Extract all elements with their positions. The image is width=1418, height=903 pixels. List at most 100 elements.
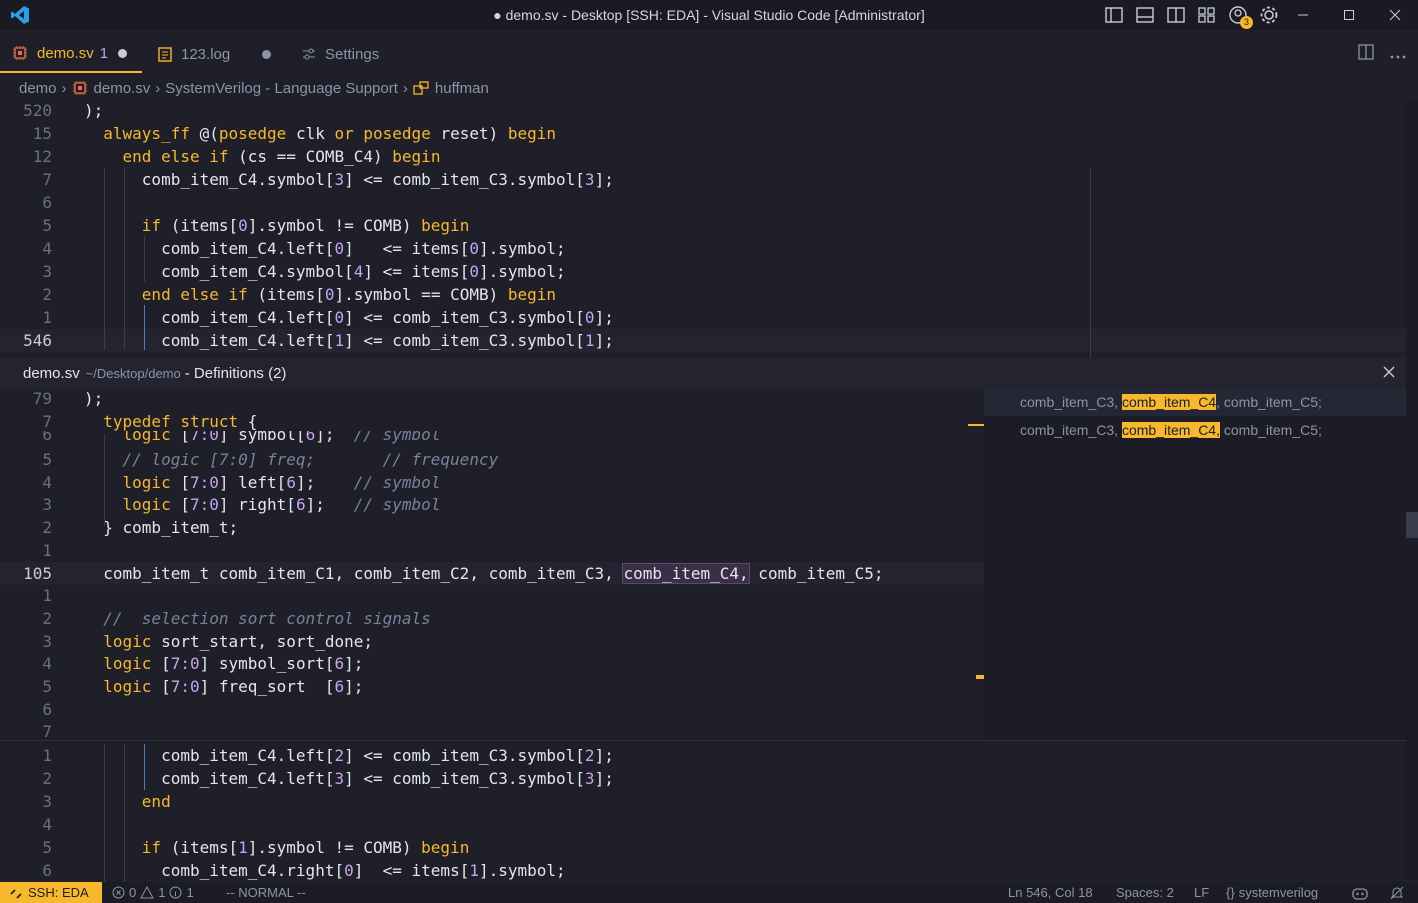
vertical-scrollbar[interactable] xyxy=(1406,99,1418,879)
info-count: 1 xyxy=(186,885,194,900)
notifications-bell-icon[interactable] xyxy=(1390,882,1404,903)
more-actions-icon[interactable] xyxy=(1390,46,1406,64)
toggle-primary-sidebar-icon[interactable] xyxy=(1104,6,1123,25)
code-text: comb_item_C4.right[0] <= items[1].symbol… xyxy=(84,859,566,882)
breadcrumb: demo › demo.sv › SystemVerilog - Languag… xyxy=(19,77,489,99)
number-token: 0 xyxy=(469,262,479,281)
code-text: end else if (cs == COMB_C4) begin xyxy=(84,145,441,168)
indent-guide xyxy=(124,168,125,350)
code-line[interactable]: 5 if (items[0].symbol != COMB) begin xyxy=(0,214,1406,237)
code-token: ]; xyxy=(594,769,614,788)
code-line[interactable]: 15 always_ff @(posedge clk or posedge re… xyxy=(0,122,1406,145)
title-bar: ● demo.sv - Desktop [SSH: EDA] - Visual … xyxy=(0,0,1418,30)
code-line[interactable]: 546 comb_item_C4.left[1] <= comb_item_C3… xyxy=(0,329,1406,352)
code-line[interactable]: 1 comb_item_C4.left[2] <= comb_item_C3.s… xyxy=(0,744,1406,767)
problems-indicator[interactable]: 0 1 1 xyxy=(112,882,194,903)
split-editor-icon[interactable] xyxy=(1358,44,1374,65)
code-line[interactable]: 12 end else if (cs == COMB_C4) begin xyxy=(0,145,1406,168)
manage-gear-icon[interactable] xyxy=(1259,6,1278,25)
code-line[interactable]: 1 comb_item_C4.left[0] <= comb_item_C3.s… xyxy=(0,306,1406,329)
code-token: ]; xyxy=(344,677,364,696)
accounts-icon[interactable]: 3 xyxy=(1228,6,1253,29)
number-token: 7:0 xyxy=(170,677,200,696)
keyword-token: logic xyxy=(122,495,171,515)
code-token: ].symbol == COMB) xyxy=(334,285,508,304)
customize-layout-icon[interactable] xyxy=(1197,6,1216,25)
tab-123-log[interactable]: 123.log xyxy=(150,35,288,73)
line-number: 1 xyxy=(42,746,52,765)
unsaved-dot-icon[interactable] xyxy=(262,49,272,59)
line-number: 15 xyxy=(32,124,52,143)
code-line[interactable]: 3 end xyxy=(0,790,1406,813)
maximize-button[interactable] xyxy=(1326,0,1372,30)
code-line[interactable]: 520); xyxy=(0,99,1406,122)
code-line[interactable]: 4 comb_item_C4.left[0] <= items[0].symbo… xyxy=(0,237,1406,260)
indent-guide xyxy=(144,236,145,282)
toggle-panel-icon[interactable] xyxy=(1135,6,1154,25)
code-line[interactable]: 6 comb_item_C4.right[0] <= items[1].symb… xyxy=(0,859,1406,882)
line-number: 12 xyxy=(32,147,52,166)
code-token: comb_item_C4.left[ xyxy=(84,769,335,788)
keyword-token: begin xyxy=(507,285,557,304)
code-token: comb_item_C4.symbol[ xyxy=(84,170,335,189)
breadcrumb-language[interactable]: SystemVerilog - Language Support xyxy=(165,80,398,97)
end-of-line[interactable]: LF xyxy=(1194,882,1209,903)
code-text: logic [7:0] freq_sort [6]; xyxy=(84,675,363,698)
highlighted-reference: comb_item_C4, xyxy=(622,562,750,584)
toggle-secondary-sidebar-icon[interactable] xyxy=(1166,6,1185,25)
remote-indicator[interactable]: SSH: EDA xyxy=(0,882,102,903)
code-token: ] <= comb_item_C3.symbol[ xyxy=(344,331,585,350)
code-line[interactable]: 7 comb_item_C4.symbol[3] <= comb_item_C3… xyxy=(0,168,1406,191)
unsaved-dot-icon[interactable] xyxy=(118,48,128,58)
cursor-position[interactable]: Ln 546, Col 18 xyxy=(1008,882,1093,903)
code-line[interactable]: 2 end else if (items[0].symbol == COMB) … xyxy=(0,283,1406,306)
result-match: comb_item_C4 xyxy=(1121,394,1217,410)
code-token: ]; xyxy=(295,472,354,492)
tab-settings[interactable]: Settings xyxy=(298,35,398,73)
code-text: comb_item_t comb_item_C1, comb_item_C2, … xyxy=(84,562,884,585)
code-token: { xyxy=(238,412,258,431)
line-number: 1 xyxy=(42,586,52,606)
vscode-logo-icon[interactable] xyxy=(0,0,40,30)
line-number: 2 xyxy=(42,518,52,538)
code-text: comb_item_C4.left[1] <= comb_item_C3.sym… xyxy=(84,329,614,352)
keyword-token: if xyxy=(228,285,248,304)
peek-file-name[interactable]: demo.sv xyxy=(23,365,80,382)
tab-demo-sv[interactable]: demo.sv 1 xyxy=(0,35,142,73)
code-text: if (items[0].symbol != COMB) begin xyxy=(84,214,470,237)
close-window-button[interactable] xyxy=(1372,0,1418,30)
code-token: ] <= items[ xyxy=(344,239,470,258)
breadcrumb-file[interactable]: demo.sv xyxy=(72,80,150,97)
number-token: 0 xyxy=(344,861,354,880)
code-line[interactable]: 5 if (items[1].symbol != COMB) begin xyxy=(0,836,1406,859)
breadcrumb-symbol[interactable]: huffman xyxy=(413,80,489,97)
overview-marker xyxy=(976,675,984,679)
indent-guide xyxy=(104,434,105,526)
peek-result-item[interactable]: comb_item_C3, comb_item_C4, comb_item_C5… xyxy=(984,416,1406,444)
line-number: 3 xyxy=(42,792,52,811)
peek-result-item[interactable]: comb_item_C3, comb_item_C4, comb_item_C5… xyxy=(984,388,1406,416)
breadcrumb-folder[interactable]: demo xyxy=(19,80,57,97)
number-token: 0 xyxy=(584,308,595,327)
copilot-icon[interactable] xyxy=(1352,882,1368,903)
close-icon[interactable] xyxy=(1382,365,1396,383)
code-token: ); xyxy=(84,101,104,120)
line-number: 3 xyxy=(42,262,52,281)
indentation[interactable]: Spaces: 2 xyxy=(1116,882,1174,903)
remote-icon xyxy=(10,888,22,899)
scrollbar-thumb[interactable] xyxy=(1406,512,1418,538)
code-line[interactable]: 6 xyxy=(0,191,1406,214)
code-line[interactable]: 2 comb_item_C4.left[3] <= comb_item_C3.s… xyxy=(0,767,1406,790)
code-line[interactable]: 3 comb_item_C4.symbol[4] <= items[0].sym… xyxy=(0,260,1406,283)
code-token: } comb_item_t; xyxy=(84,518,239,538)
language-mode[interactable]: {} systemverilog xyxy=(1226,882,1318,903)
chevron-right-icon: › xyxy=(61,79,67,97)
code-text: comb_item_C4.symbol[3] <= comb_item_C3.s… xyxy=(84,168,614,191)
number-token: 6 xyxy=(295,495,306,515)
minimize-button[interactable] xyxy=(1280,0,1326,30)
code-token: comb_item_C4.left[ xyxy=(84,746,335,765)
number-token: 3 xyxy=(334,769,345,788)
code-line[interactable]: 4 xyxy=(0,813,1406,836)
